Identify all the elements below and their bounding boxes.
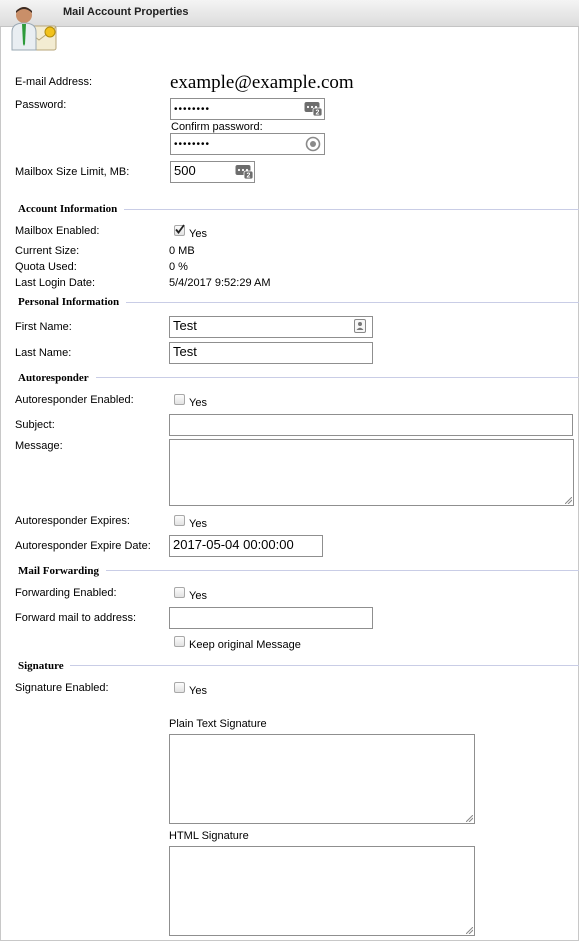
- email-value: example@example.com: [170, 72, 354, 93]
- section-divider: [70, 665, 579, 666]
- keep-original-label: Keep original Message: [189, 639, 301, 651]
- keep-original-checkbox[interactable]: [174, 636, 185, 647]
- forwarding-enabled-label: Forwarding Enabled:: [15, 587, 117, 599]
- expire-date-field[interactable]: 2017-05-04 00:00:00: [169, 535, 323, 557]
- resize-grip-icon[interactable]: [565, 497, 572, 504]
- subject-label: Subject:: [15, 419, 55, 431]
- resize-grip-icon[interactable]: [466, 927, 473, 934]
- forward-address-label: Forward mail to address:: [15, 612, 137, 624]
- mailbox-enabled-checkbox[interactable]: [174, 224, 185, 236]
- confirm-password-field[interactable]: ••••••••: [170, 133, 325, 155]
- first-name-label: First Name:: [15, 321, 72, 333]
- expire-date-value: 2017-05-04 00:00:00: [173, 537, 294, 552]
- password-generator-icon[interactable]: 2: [304, 101, 322, 116]
- autoresponder-expires-label: Autoresponder Expires:: [15, 515, 130, 527]
- account-info-heading: Account Information: [18, 203, 118, 215]
- email-label: E-mail Address:: [15, 76, 93, 88]
- autoresponder-expires-checkbox[interactable]: [174, 515, 185, 526]
- mail-forwarding-heading: Mail Forwarding: [18, 565, 99, 577]
- plain-signature-label: Plain Text Signature: [169, 718, 267, 730]
- signature-heading: Signature: [18, 660, 64, 672]
- mailbox-size-icon[interactable]: 2: [235, 164, 253, 179]
- forwarding-enabled-checkbox[interactable]: [174, 587, 185, 598]
- personal-info-heading: Personal Information: [18, 296, 120, 308]
- section-divider: [126, 302, 579, 303]
- forward-address-field[interactable]: [169, 607, 373, 629]
- confirm-password-label: Confirm password:: [171, 121, 263, 133]
- mailbox-size-value: 500: [174, 163, 196, 178]
- quota-used-value: 0 %: [169, 261, 188, 273]
- password-field[interactable]: ••••••••: [170, 98, 325, 120]
- contact-card-icon[interactable]: [354, 319, 366, 333]
- autoresponder-enabled-label: Autoresponder Enabled:: [15, 394, 134, 406]
- svg-text:2: 2: [316, 110, 320, 116]
- forwarding-enabled-yes: Yes: [189, 590, 207, 602]
- plain-signature-textarea[interactable]: [169, 734, 475, 824]
- last-name-label: Last Name:: [15, 347, 72, 359]
- mailbox-enabled-yes: Yes: [189, 228, 207, 240]
- current-size-value: 0 MB: [169, 245, 195, 257]
- html-signature-label: HTML Signature: [169, 830, 249, 842]
- panel-header: Mail Account Properties: [0, 0, 579, 27]
- password-match-icon: [305, 136, 321, 152]
- autoresponder-expires-yes: Yes: [189, 518, 207, 530]
- first-name-value: Test: [173, 318, 197, 333]
- password-dots: ••••••••: [174, 104, 211, 115]
- subject-field[interactable]: [169, 414, 573, 436]
- last-login-value: 5/4/2017 9:52:29 AM: [169, 277, 271, 289]
- last-name-field[interactable]: Test: [169, 342, 373, 364]
- html-signature-textarea[interactable]: [169, 846, 475, 936]
- message-textarea[interactable]: [169, 439, 574, 506]
- section-divider: [124, 209, 579, 210]
- section-divider: [96, 377, 579, 378]
- quota-used-label: Quota Used:: [15, 261, 77, 273]
- signature-enabled-checkbox[interactable]: [174, 682, 185, 693]
- message-label: Message:: [15, 440, 63, 452]
- confirm-password-dots: ••••••••: [174, 139, 211, 150]
- expire-date-label: Autoresponder Expire Date:: [15, 540, 151, 552]
- checkmark-icon: [175, 224, 185, 234]
- autoresponder-heading: Autoresponder: [18, 372, 89, 384]
- signature-enabled-yes: Yes: [189, 685, 207, 697]
- section-divider: [106, 570, 579, 571]
- autoresponder-enabled-yes: Yes: [189, 397, 207, 409]
- last-name-value: Test: [173, 344, 197, 359]
- resize-grip-icon[interactable]: [466, 815, 473, 822]
- mailbox-enabled-label: Mailbox Enabled:: [15, 225, 100, 237]
- first-name-field[interactable]: Test: [169, 316, 373, 338]
- mail-user-icon: [11, 7, 57, 51]
- signature-enabled-label: Signature Enabled:: [15, 682, 109, 694]
- svg-text:2: 2: [247, 173, 251, 179]
- autoresponder-enabled-checkbox[interactable]: [174, 394, 185, 405]
- current-size-label: Current Size:: [15, 245, 80, 257]
- mailbox-size-label: Mailbox Size Limit, MB:: [15, 166, 130, 178]
- password-label: Password:: [15, 99, 67, 111]
- last-login-label: Last Login Date:: [15, 277, 96, 289]
- panel-title: Mail Account Properties: [63, 6, 189, 18]
